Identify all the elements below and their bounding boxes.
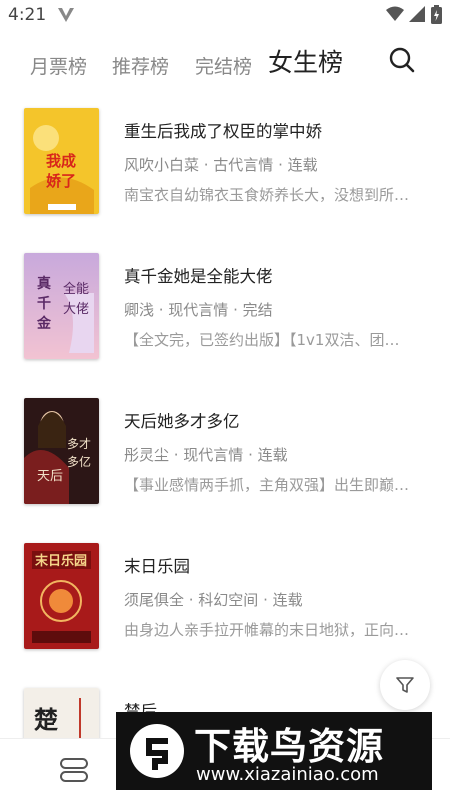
book-cover: 真 千 金 全能 大佬 <box>24 253 99 359</box>
watermark-banner: 下载鸟资源 www.xiazainiao.com <box>116 712 432 790</box>
tab-completed[interactable]: 完结榜 <box>195 52 252 79</box>
book-meta: 卿浅 · 现代言情 · 完结 <box>124 301 273 319</box>
filter-button[interactable] <box>380 660 430 710</box>
book-title: 末日乐园 <box>124 557 190 576</box>
book-meta: 彤灵尘 · 现代言情 · 连载 <box>124 446 288 464</box>
book-cover: 我成 娇了 <box>24 108 99 214</box>
book-title: 真千金她是全能大佬 <box>124 267 273 286</box>
status-time: 4:21 <box>8 5 47 25</box>
book-description: 【事业感情两手抓，主角双强】出生即巅… <box>124 476 410 494</box>
tab-monthly-ticket[interactable]: 月票榜 <box>30 52 87 79</box>
signal-icon <box>409 6 425 26</box>
svg-text:真: 真 <box>37 275 51 292</box>
book-title: 天后她多才多亿 <box>124 412 240 431</box>
book-item[interactable]: 末日乐园 末日乐园 须尾俱全 · 科幻空间 · 连载 由身边人亲手拉开帷幕的末日… <box>0 535 450 653</box>
watermark-title: 下载鸟资源 <box>194 725 384 768</box>
svg-text:千: 千 <box>37 295 51 312</box>
book-item[interactable]: 我成 娇了 重生后我成了权臣的掌中娇 风吹小白菜 · 古代言情 · 连载 南宝衣… <box>0 100 450 218</box>
tab-recommended[interactable]: 推荐榜 <box>112 52 169 79</box>
bird-logo-icon <box>130 724 184 778</box>
book-cover: 多才 多亿 天后 <box>24 398 99 504</box>
svg-text:楚: 楚 <box>34 705 58 734</box>
book-meta: 风吹小白菜 · 古代言情 · 连载 <box>124 156 318 174</box>
svg-text:娇了: 娇了 <box>46 172 76 190</box>
bookshelf-icon[interactable] <box>59 757 89 787</box>
book-meta: 须尾俱全 · 科幻空间 · 连载 <box>124 591 303 609</box>
svg-text:金: 金 <box>36 315 52 332</box>
filter-icon <box>396 677 414 693</box>
v-logo-icon <box>56 5 76 29</box>
wifi-icon <box>386 6 404 26</box>
tab-female[interactable]: 女生榜 <box>268 43 343 79</box>
svg-text:多亿: 多亿 <box>67 454 91 469</box>
book-description: 【全文完，已签约出版】【1v1双洁、团… <box>124 331 400 349</box>
svg-text:多才: 多才 <box>67 437 91 451</box>
book-item[interactable]: 真 千 金 全能 大佬 真千金她是全能大佬 卿浅 · 现代言情 · 完结 【全文… <box>0 245 450 363</box>
watermark-url: www.xiazainiao.com <box>196 764 379 785</box>
status-bar: 4:21 <box>0 0 450 32</box>
svg-text:大佬: 大佬 <box>63 302 89 317</box>
book-title: 重生后我成了权臣的掌中娇 <box>124 122 322 141</box>
book-item[interactable]: 多才 多亿 天后 天后她多才多亿 彤灵尘 · 现代言情 · 连载 【事业感情两手… <box>0 390 450 508</box>
svg-text:全能: 全能 <box>63 281 89 297</box>
book-description: 南宝衣自幼锦衣玉食娇养长大，没想到所… <box>124 186 410 204</box>
search-icon[interactable] <box>386 44 418 76</box>
ranking-tabs: 月票榜 推荐榜 完结榜 女生榜 <box>0 40 450 84</box>
svg-text:我成: 我成 <box>46 152 76 170</box>
book-cover: 末日乐园 <box>24 543 99 649</box>
svg-text:天后: 天后 <box>37 469 63 484</box>
svg-text:末日乐园: 末日乐园 <box>34 553 87 569</box>
book-description: 由身边人亲手拉开帷幕的末日地狱，正向… <box>124 621 410 639</box>
battery-icon <box>431 5 442 28</box>
